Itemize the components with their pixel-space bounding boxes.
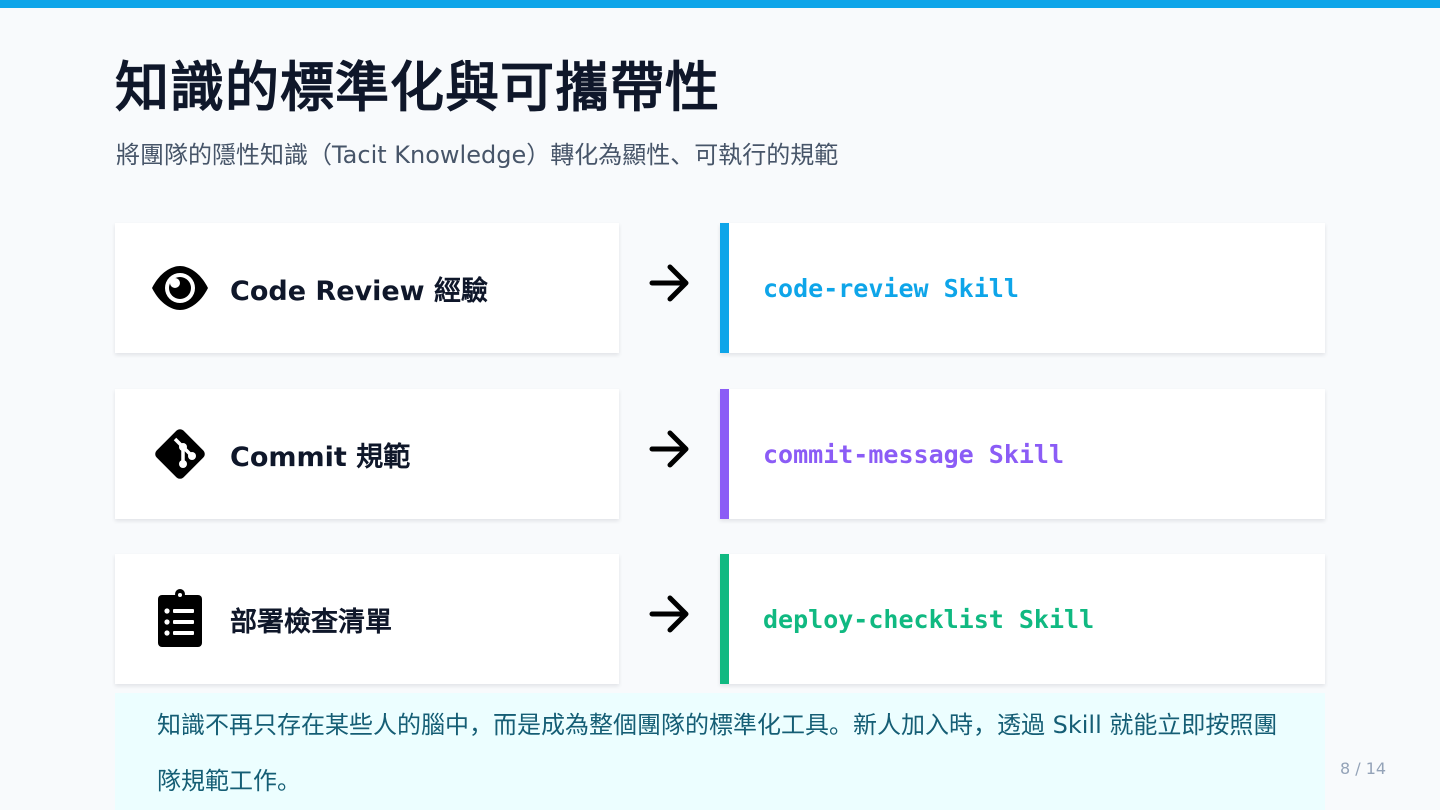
target-skill-card: commit-message Skill [720, 389, 1325, 519]
page-title: 知識的標準化與可攜帶性 [115, 56, 720, 119]
mapping-row-deploy: 部署檢查清單 deploy-checklist Skill [115, 554, 1325, 684]
top-accent-bar [0, 0, 1440, 8]
arrow-right-icon [648, 427, 692, 471]
summary-callout: 知識不再只存在某些人的腦中，而是成為整個團隊的標準化工具。新人加入時，透過 Sk… [115, 693, 1325, 810]
target-skill-card: code-review Skill [720, 223, 1325, 353]
source-card: 部署檢查清單 [115, 554, 619, 684]
target-skill-card: deploy-checklist Skill [720, 554, 1325, 684]
skill-label: deploy-checklist Skill [763, 604, 1095, 634]
page-number: 8 / 14 [1340, 759, 1387, 778]
git-icon [148, 422, 212, 486]
arrow-right-icon [648, 592, 692, 636]
source-card: Code Review 經驗 [115, 223, 619, 353]
arrow-right-icon [648, 261, 692, 305]
mapping-row-code-review: Code Review 經驗 code-review Skill [115, 223, 1325, 353]
source-label: 部署檢查清單 [230, 606, 392, 638]
skill-label: code-review Skill [763, 273, 1019, 303]
source-label: Code Review 經驗 [230, 275, 489, 307]
summary-text: 知識不再只存在某些人的腦中，而是成為整個團隊的標準化工具。新人加入時，透過 Sk… [157, 711, 1278, 795]
mapping-row-commit: Commit 規範 commit-message Skill [115, 389, 1325, 519]
source-label: Commit 規範 [230, 441, 411, 473]
skill-label: commit-message Skill [763, 439, 1065, 469]
clipboard-list-icon [148, 587, 212, 651]
page-subtitle: 將團隊的隱性知識（Tacit Knowledge）轉化為顯性、可執行的規範 [116, 141, 839, 169]
eye-icon [148, 256, 212, 320]
source-card: Commit 規範 [115, 389, 619, 519]
